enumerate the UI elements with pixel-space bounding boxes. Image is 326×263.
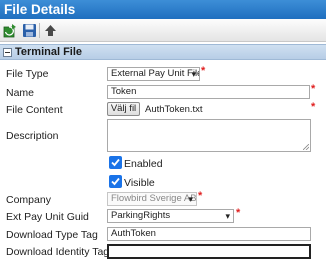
company-value: Flowbird Sverige AB: [111, 193, 197, 204]
collapse-icon[interactable]: [3, 48, 12, 57]
required-marker: *: [311, 83, 316, 95]
company-select: Flowbird Sverige AB ▾: [107, 192, 197, 206]
window-title: File Details: [0, 0, 326, 19]
chevron-down-icon: ▾: [191, 69, 196, 79]
file-content-label: File Content: [6, 104, 63, 116]
enabled-checkbox[interactable]: [109, 156, 122, 169]
section-header[interactable]: Terminal File: [0, 44, 326, 60]
choose-file-button[interactable]: Välj fil: [107, 102, 140, 116]
resize-grip-icon[interactable]: [303, 144, 309, 150]
up-icon[interactable]: [43, 23, 58, 38]
download-type-tag-label: Download Type Tag: [6, 229, 98, 241]
file-type-label: File Type: [6, 68, 49, 80]
download-type-tag-value: AuthToken: [111, 228, 156, 239]
file-name: AuthToken.txt: [145, 104, 203, 115]
download-identity-tag-input[interactable]: [107, 244, 311, 259]
description-label: Description: [6, 130, 59, 142]
ext-pay-unit-guid-select[interactable]: ParkingRights ▾: [107, 209, 234, 223]
ext-pay-unit-guid-label: Ext Pay Unit Guid: [6, 211, 89, 223]
download-type-tag-input[interactable]: AuthToken: [107, 227, 311, 241]
chevron-down-icon: ▾: [225, 211, 230, 221]
company-label: Company: [6, 194, 51, 206]
required-marker: *: [198, 190, 203, 202]
toolbar: [0, 19, 326, 42]
refresh-icon[interactable]: [3, 23, 18, 38]
section-title: Terminal File: [15, 46, 83, 58]
description-textarea[interactable]: [107, 119, 311, 152]
enabled-label: Enabled: [124, 158, 163, 170]
required-marker: *: [311, 101, 316, 113]
file-type-value: External Pay Unit File: [111, 68, 200, 79]
download-identity-tag-label: Download Identity Tag: [6, 246, 110, 258]
ext-pay-unit-guid-value: ParkingRights: [111, 210, 171, 221]
visible-label: Visible: [124, 177, 155, 189]
file-type-select[interactable]: External Pay Unit File ▾: [107, 67, 200, 81]
required-marker: *: [236, 207, 241, 219]
name-value: Token: [111, 86, 137, 97]
visible-checkbox[interactable]: [109, 175, 122, 188]
name-input[interactable]: Token: [107, 85, 310, 99]
name-label: Name: [6, 87, 35, 99]
save-icon[interactable]: [22, 23, 37, 38]
required-marker: *: [201, 65, 206, 77]
chevron-down-icon: ▾: [188, 194, 193, 204]
toolbar-separator: [39, 23, 40, 38]
